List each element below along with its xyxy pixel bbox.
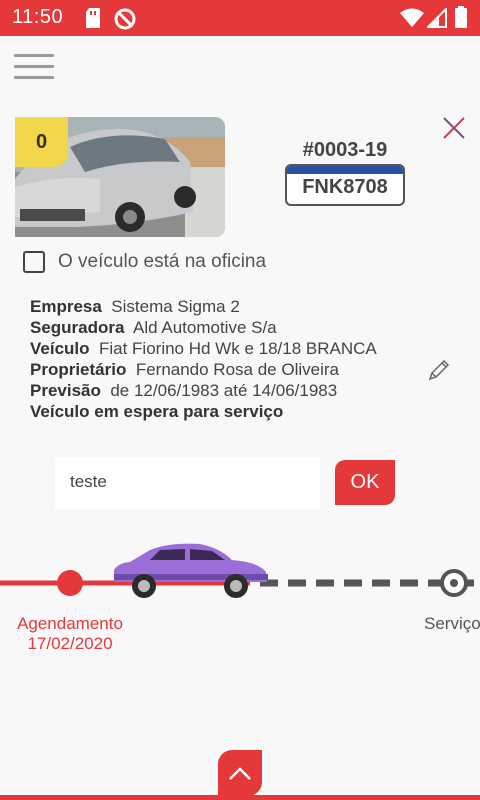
menu-icon-line [14, 65, 54, 68]
timeline-step-dot[interactable] [57, 570, 83, 596]
detail-label: Seguradora [30, 318, 125, 337]
in-shop-label[interactable]: O veículo está na oficina [58, 251, 266, 273]
menu-icon-line [14, 54, 54, 57]
detail-label: Previsão [30, 381, 101, 400]
detail-status: Veículo em espera para serviço [30, 401, 377, 422]
timeline-step-label: Serviço [424, 614, 480, 633]
battery-icon [454, 6, 468, 33]
vehicle-details: Empresa Sistema Sigma 2 Seguradora Ald A… [30, 296, 377, 422]
timeline-step-label: Agendamento [17, 614, 123, 633]
detail-label: Empresa [30, 297, 102, 316]
car-icon [114, 543, 268, 598]
expand-up-button[interactable] [218, 750, 262, 796]
timeline-step-servico: Serviço [424, 614, 480, 634]
status-text: Veículo em espera para serviço [30, 402, 284, 421]
timeline-step-agendamento: Agendamento 17/02/2020 [14, 614, 126, 654]
detail-empresa: Empresa Sistema Sigma 2 [30, 296, 377, 317]
timeline-step-date: 17/02/2020 [27, 634, 113, 653]
chevron-up-icon [229, 767, 251, 780]
detail-seguradora: Seguradora Ald Automotive S/a [30, 317, 377, 338]
status-bar: 11:50 [0, 0, 480, 36]
detail-value: Sistema Sigma 2 [111, 297, 240, 316]
signal-icon [425, 6, 447, 33]
note-field[interactable] [55, 457, 320, 509]
detail-value: Ald Automotive S/a [133, 318, 277, 337]
pending-count-badge: 0 [15, 117, 68, 167]
edit-button[interactable] [426, 357, 452, 383]
wifi-icon [399, 8, 425, 33]
detail-value: de 12/06/1983 até 14/06/1983 [110, 381, 338, 400]
detail-proprietario: Proprietário Fernando Rosa de Oliveira [30, 359, 377, 380]
progress-timeline: Agendamento 17/02/2020 Serviço [0, 530, 480, 660]
detail-value: Fiat Fiorino Hd Wk e 18/18 BRANCA [98, 339, 377, 358]
plate-number: FNK8708 [302, 176, 388, 198]
ok-button[interactable]: OK [335, 460, 395, 505]
menu-icon-line [14, 76, 54, 79]
license-plate: FNK8708 [285, 164, 405, 206]
detail-label: Proprietário [30, 360, 127, 379]
menu-button[interactable] [14, 54, 54, 80]
sd-card-icon [84, 7, 102, 34]
pencil-icon [428, 359, 450, 381]
in-shop-checkbox[interactable] [23, 251, 45, 273]
detail-veiculo: Veículo Fiat Fiorino Hd Wk e 18/18 BRANC… [30, 338, 377, 359]
detail-label: Veículo [30, 339, 90, 358]
sync-blocked-icon [113, 7, 137, 36]
detail-value: Fernando Rosa de Oliveira [135, 360, 339, 379]
plate-flag-bar [287, 166, 403, 174]
close-icon [443, 117, 465, 139]
close-button[interactable] [440, 114, 468, 142]
order-number: #0003-19 [302, 139, 388, 161]
detail-previsao: Previsão de 12/06/1983 até 14/06/1983 [30, 380, 377, 401]
note-input[interactable] [55, 457, 310, 507]
status-time: 11:50 [12, 6, 64, 28]
